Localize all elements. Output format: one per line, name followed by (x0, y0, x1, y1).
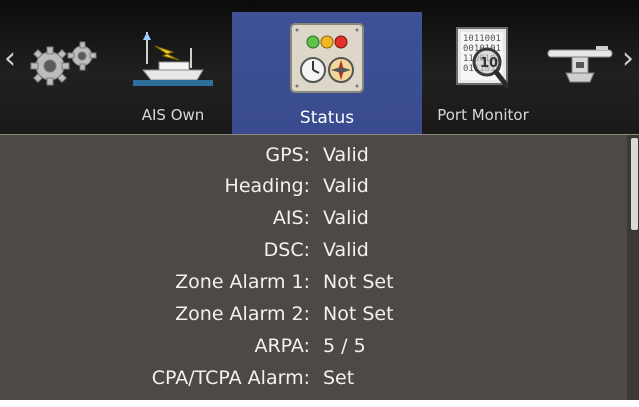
status-row-zone-alarm-2: Zone Alarm 2: Not Set (0, 299, 626, 329)
tab-label-port-monitor: Port Monitor (437, 106, 529, 124)
tab-label-ais-own: AIS Own (141, 106, 205, 124)
scrollbar-thumb[interactable] (631, 138, 638, 230)
status-key: Heading: (224, 175, 310, 197)
status-key: Zone Alarm 2: (175, 303, 310, 325)
status-panel-icon (290, 23, 364, 93)
status-row-cpa-tcpa-alarm: CPA/TCPA Alarm: Set (0, 363, 626, 393)
svg-text:1011001: 1011001 (463, 34, 501, 44)
status-key: DSC: (263, 239, 310, 261)
status-key: Zone Alarm 1: (175, 271, 310, 293)
status-row-arpa: ARPA: 5 / 5 (0, 331, 626, 361)
status-row-ais: AIS: Valid (0, 203, 626, 233)
status-key: AIS: (272, 207, 310, 229)
scroll-left-arrow-icon[interactable]: ‹ (4, 44, 16, 74)
tab-radar[interactable] (542, 12, 618, 134)
port-monitor-icon: 1011001 0010101 1100101 0111010 10 (456, 27, 510, 89)
tab-ais-own[interactable]: AIS Own (118, 12, 228, 134)
settings-gears-icon (30, 41, 97, 86)
status-value: Not Set (323, 271, 394, 293)
radar-antenna-icon (547, 46, 613, 83)
status-value: 5 / 5 (323, 335, 366, 357)
tab-port-monitor[interactable]: 1011001 0010101 1100101 0111010 10 Port … (424, 12, 542, 134)
status-key: GPS: (265, 144, 310, 166)
tab-status[interactable]: Status (232, 12, 422, 134)
status-key: ARPA: (254, 335, 310, 357)
svg-text:10: 10 (480, 56, 498, 71)
status-value: Valid (323, 239, 369, 261)
status-list: GPS: Valid Heading: Valid AIS: Valid DSC… (0, 135, 626, 400)
status-value: Valid (323, 175, 369, 197)
status-screen: ‹ AIS Own Status 1011001 10 Port Monitor… (0, 0, 639, 407)
status-value: Valid (323, 144, 369, 166)
status-value: Valid (323, 207, 369, 229)
status-row-zone-alarm-1: Zone Alarm 1: Not Set (0, 267, 626, 297)
tab-label-status: Status (299, 108, 355, 128)
tab-settings[interactable] (22, 12, 110, 134)
status-key: CPA/TCPA Alarm: (151, 367, 310, 389)
tab-bar: ‹ AIS Own Status 1011001 10 Port Monitor… (0, 0, 639, 135)
status-row-heading: Heading: Valid (0, 171, 626, 201)
status-row-dsc: DSC: Valid (0, 235, 626, 265)
ais-own-ship-icon (133, 32, 213, 86)
status-value: Set (323, 367, 355, 389)
status-row-gps: GPS: Valid (0, 140, 626, 170)
scroll-right-arrow-icon[interactable]: › (622, 44, 634, 74)
status-value: Not Set (323, 303, 394, 325)
screen-bottom-edge (0, 400, 639, 407)
